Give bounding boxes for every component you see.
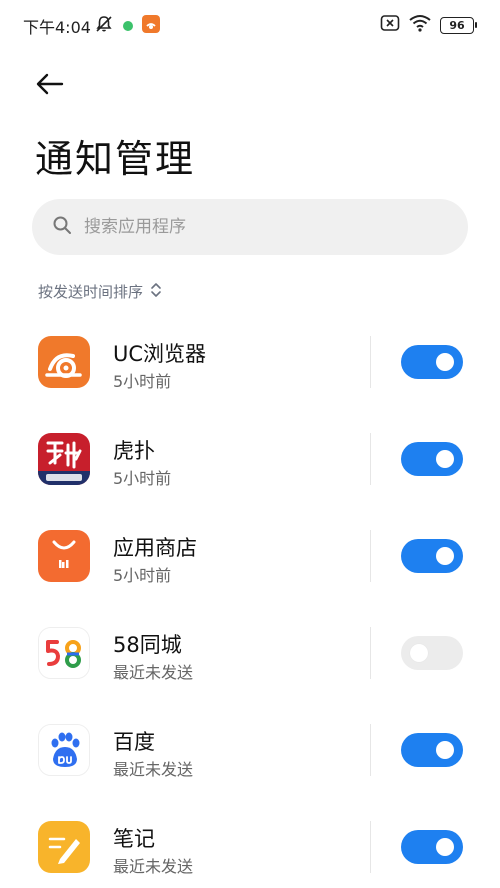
divider [370, 530, 371, 582]
list-item[interactable]: 58同城 最近未发送 [0, 603, 500, 700]
notification-toggle[interactable] [401, 442, 463, 476]
arrow-left-icon [35, 73, 65, 99]
back-button[interactable] [30, 68, 70, 104]
toggle-knob [436, 353, 454, 371]
notification-toggle[interactable] [401, 733, 463, 767]
uc-notify-icon [142, 15, 160, 37]
battery-icon: 96 [440, 16, 477, 34]
toggle-knob [436, 741, 454, 759]
search-input[interactable] [84, 217, 424, 237]
divider [370, 433, 371, 485]
notification-toggle[interactable] [401, 830, 463, 864]
toggle-knob [410, 644, 428, 662]
app-name: 笔记 [113, 827, 155, 851]
app-list: UC浏览器 5小时前 虎扑 5小时前 应用商店 5小时前 58同城 最近未发送 [0, 312, 500, 888]
app-last-sent: 最近未发送 [113, 760, 194, 779]
status-right-icons: 96 [380, 14, 477, 36]
app-last-sent: 5小时前 [113, 566, 172, 585]
app-last-sent: 最近未发送 [113, 857, 194, 876]
app-name: 58同城 [113, 633, 182, 657]
baidu-icon [38, 724, 90, 776]
divider [370, 724, 371, 776]
sort-selector[interactable]: 按发送时间排序 [38, 281, 163, 302]
notification-toggle[interactable] [401, 636, 463, 670]
list-item[interactable]: UC浏览器 5小时前 [0, 312, 500, 409]
app-last-sent: 5小时前 [113, 372, 172, 391]
sim-x-icon [380, 14, 400, 36]
notification-toggle[interactable] [401, 345, 463, 379]
divider [370, 821, 371, 873]
page-title: 通知管理 [35, 137, 196, 181]
toggle-knob [436, 547, 454, 565]
app-name: 虎扑 [113, 439, 155, 463]
wifi-icon [408, 14, 432, 36]
status-time: 下午4:04 [23, 18, 91, 37]
divider [370, 336, 371, 388]
app-last-sent: 最近未发送 [113, 663, 194, 682]
hupu-icon [38, 433, 90, 485]
battery-level: 96 [449, 18, 465, 32]
divider [370, 627, 371, 679]
app-name: UC浏览器 [113, 342, 207, 366]
list-item[interactable]: 笔记 最近未发送 [0, 797, 500, 888]
status-left-icons [94, 14, 160, 38]
toggle-knob [436, 838, 454, 856]
uc-browser-icon [38, 336, 90, 388]
sort-label: 按发送时间排序 [38, 283, 144, 301]
list-item[interactable]: 百度 最近未发送 [0, 700, 500, 797]
app-store-icon [38, 530, 90, 582]
status-bar: 下午4:04 96 [0, 0, 500, 48]
app-last-sent: 5小时前 [113, 469, 172, 488]
sort-toggle-icon [149, 282, 163, 302]
list-item[interactable]: 应用商店 5小时前 [0, 506, 500, 603]
toggle-knob [436, 450, 454, 468]
notification-toggle[interactable] [401, 539, 463, 573]
list-item[interactable]: 虎扑 5小时前 [0, 409, 500, 506]
search-box[interactable] [32, 199, 468, 255]
search-icon [52, 215, 72, 239]
mute-icon [94, 14, 114, 38]
dot-icon [122, 17, 134, 36]
app-name: 百度 [113, 730, 155, 754]
app-name: 应用商店 [113, 536, 197, 560]
notes-icon [38, 821, 90, 873]
58-icon [38, 627, 90, 679]
